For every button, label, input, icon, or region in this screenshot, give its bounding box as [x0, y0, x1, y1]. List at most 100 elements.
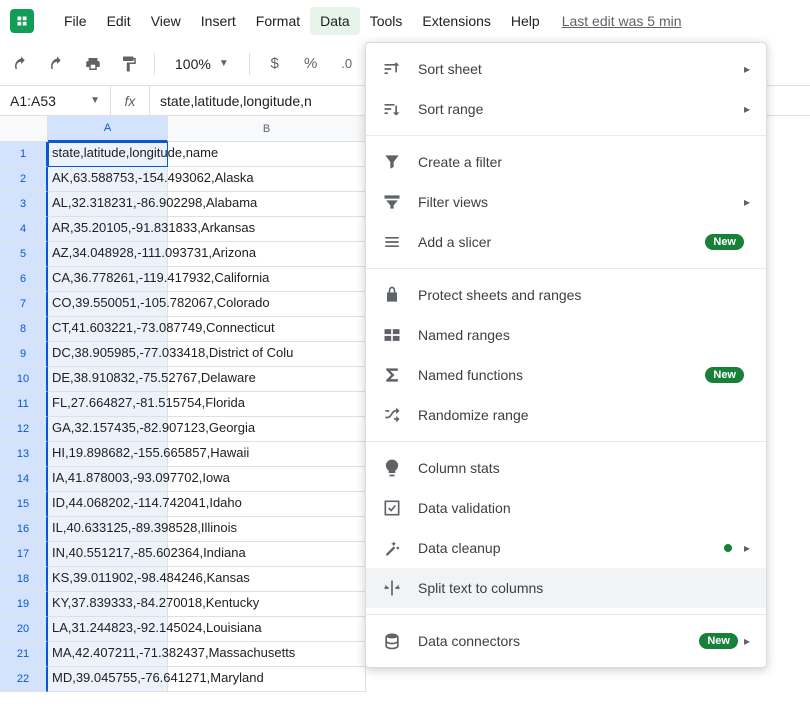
cell[interactable]	[168, 467, 366, 492]
cell[interactable]	[168, 242, 366, 267]
cell[interactable]	[168, 567, 366, 592]
row-header[interactable]: 3	[0, 192, 48, 217]
menu-item-add-a-slicer[interactable]: Add a slicerNew	[366, 222, 766, 262]
cell[interactable]	[168, 642, 366, 667]
row-header[interactable]: 22	[0, 667, 48, 692]
menu-item-named-functions[interactable]: Named functionsNew	[366, 355, 766, 395]
menu-item-randomize-range[interactable]: Randomize range	[366, 395, 766, 435]
menu-edit[interactable]: Edit	[97, 7, 141, 35]
menu-view[interactable]: View	[141, 7, 191, 35]
cell[interactable]	[168, 317, 366, 342]
row-header[interactable]: 1	[0, 142, 48, 167]
menu-format[interactable]: Format	[246, 7, 310, 35]
cell[interactable]	[168, 167, 366, 192]
cell[interactable]: FL,27.664827,-81.515754,Florida	[48, 392, 168, 417]
cell[interactable]	[168, 442, 366, 467]
row-header[interactable]: 16	[0, 517, 48, 542]
menu-item-column-stats[interactable]: Column stats	[366, 448, 766, 488]
row-header[interactable]: 21	[0, 642, 48, 667]
menu-extensions[interactable]: Extensions	[412, 7, 500, 35]
cell[interactable]	[168, 192, 366, 217]
cell[interactable]	[168, 542, 366, 567]
row-header[interactable]: 9	[0, 342, 48, 367]
row-header[interactable]: 10	[0, 367, 48, 392]
cell[interactable]: HI,19.898682,-155.665857,Hawaii	[48, 442, 168, 467]
menu-item-sort-sheet[interactable]: Sort sheet▸	[366, 49, 766, 89]
cell[interactable]: KY,37.839333,-84.270018,Kentucky	[48, 592, 168, 617]
row-header[interactable]: 5	[0, 242, 48, 267]
menu-item-data-validation[interactable]: Data validation	[366, 488, 766, 528]
cell[interactable]: AL,32.318231,-86.902298,Alabama	[48, 192, 168, 217]
row-header[interactable]: 7	[0, 292, 48, 317]
cell[interactable]: MA,42.407211,-71.382437,Massachusetts	[48, 642, 168, 667]
percent-button[interactable]: %	[296, 49, 326, 79]
row-header[interactable]: 4	[0, 217, 48, 242]
menu-item-protect-sheets-and-ranges[interactable]: Protect sheets and ranges	[366, 275, 766, 315]
cell[interactable]	[168, 617, 366, 642]
cell[interactable]: GA,32.157435,-82.907123,Georgia	[48, 417, 168, 442]
cell[interactable]	[168, 392, 366, 417]
decrease-decimals-button[interactable]: .0	[332, 49, 362, 79]
last-edit-link[interactable]: Last edit was 5 min	[562, 13, 682, 29]
currency-button[interactable]: $	[260, 49, 290, 79]
row-header[interactable]: 2	[0, 167, 48, 192]
cell[interactable]	[168, 267, 366, 292]
row-header[interactable]: 20	[0, 617, 48, 642]
menu-data[interactable]: Data	[310, 7, 360, 35]
menu-insert[interactable]: Insert	[191, 7, 246, 35]
undo-button[interactable]	[6, 49, 36, 79]
row-header[interactable]: 19	[0, 592, 48, 617]
cell[interactable]: AR,35.20105,-91.831833,Arkansas	[48, 217, 168, 242]
menu-item-create-a-filter[interactable]: Create a filter	[366, 142, 766, 182]
menu-tools[interactable]: Tools	[360, 7, 413, 35]
menu-item-data-connectors[interactable]: Data connectorsNew▸	[366, 621, 766, 661]
cell[interactable]	[168, 217, 366, 242]
row-header[interactable]: 13	[0, 442, 48, 467]
cell[interactable]	[168, 667, 366, 692]
cell[interactable]: ID,44.068202,-114.742041,Idaho	[48, 492, 168, 517]
zoom-select[interactable]: 100%▼	[165, 56, 239, 72]
cell[interactable]	[168, 342, 366, 367]
menu-item-filter-views[interactable]: Filter views▸	[366, 182, 766, 222]
print-button[interactable]	[78, 49, 108, 79]
select-all-corner[interactable]	[0, 116, 48, 142]
menu-item-sort-range[interactable]: Sort range▸	[366, 89, 766, 129]
menu-item-split-text-to-columns[interactable]: Split text to columns	[366, 568, 766, 608]
cell[interactable]: DE,38.910832,-75.52767,Delaware	[48, 367, 168, 392]
cell[interactable]: IL,40.633125,-89.398528,Illinois	[48, 517, 168, 542]
row-header[interactable]: 12	[0, 417, 48, 442]
column-header-A[interactable]: A	[48, 116, 168, 142]
cell[interactable]	[168, 292, 366, 317]
cell[interactable]: AZ,34.048928,-111.093731,Arizona	[48, 242, 168, 267]
row-header[interactable]: 14	[0, 467, 48, 492]
cell[interactable]: KS,39.011902,-98.484246,Kansas	[48, 567, 168, 592]
menu-file[interactable]: File	[54, 7, 97, 35]
cell[interactable]: LA,31.244823,-92.145024,Louisiana	[48, 617, 168, 642]
cell[interactable]	[168, 367, 366, 392]
cell[interactable]	[168, 592, 366, 617]
cell[interactable]: CA,36.778261,-119.417932,California	[48, 267, 168, 292]
row-header[interactable]: 8	[0, 317, 48, 342]
menu-item-named-ranges[interactable]: Named ranges	[366, 315, 766, 355]
cell[interactable]: DC,38.905985,-77.033418,District of Colu	[48, 342, 168, 367]
cell[interactable]: IN,40.551217,-85.602364,Indiana	[48, 542, 168, 567]
paint-format-button[interactable]	[114, 49, 144, 79]
cell[interactable]: IA,41.878003,-93.097702,Iowa	[48, 467, 168, 492]
menu-help[interactable]: Help	[501, 7, 550, 35]
cell[interactable]	[168, 517, 366, 542]
cell[interactable]: CO,39.550051,-105.782067,Colorado	[48, 292, 168, 317]
cell-reference-box[interactable]: A1:A53 ▼	[0, 93, 110, 109]
cell[interactable]: state,latitude,longitude,name	[48, 142, 168, 167]
row-header[interactable]: 6	[0, 267, 48, 292]
redo-button[interactable]	[42, 49, 72, 79]
column-header-B[interactable]: B	[168, 116, 366, 142]
cell[interactable]: AK,63.588753,-154.493062,Alaska	[48, 167, 168, 192]
sheets-logo-icon[interactable]	[10, 9, 34, 33]
row-header[interactable]: 15	[0, 492, 48, 517]
cell[interactable]: CT,41.603221,-73.087749,Connecticut	[48, 317, 168, 342]
menu-item-data-cleanup[interactable]: Data cleanup▸	[366, 528, 766, 568]
formula-input[interactable]: state,latitude,longitude,n	[150, 93, 322, 109]
cell[interactable]	[168, 492, 366, 517]
cell[interactable]	[168, 417, 366, 442]
cell[interactable]: MD,39.045755,-76.641271,Maryland	[48, 667, 168, 692]
